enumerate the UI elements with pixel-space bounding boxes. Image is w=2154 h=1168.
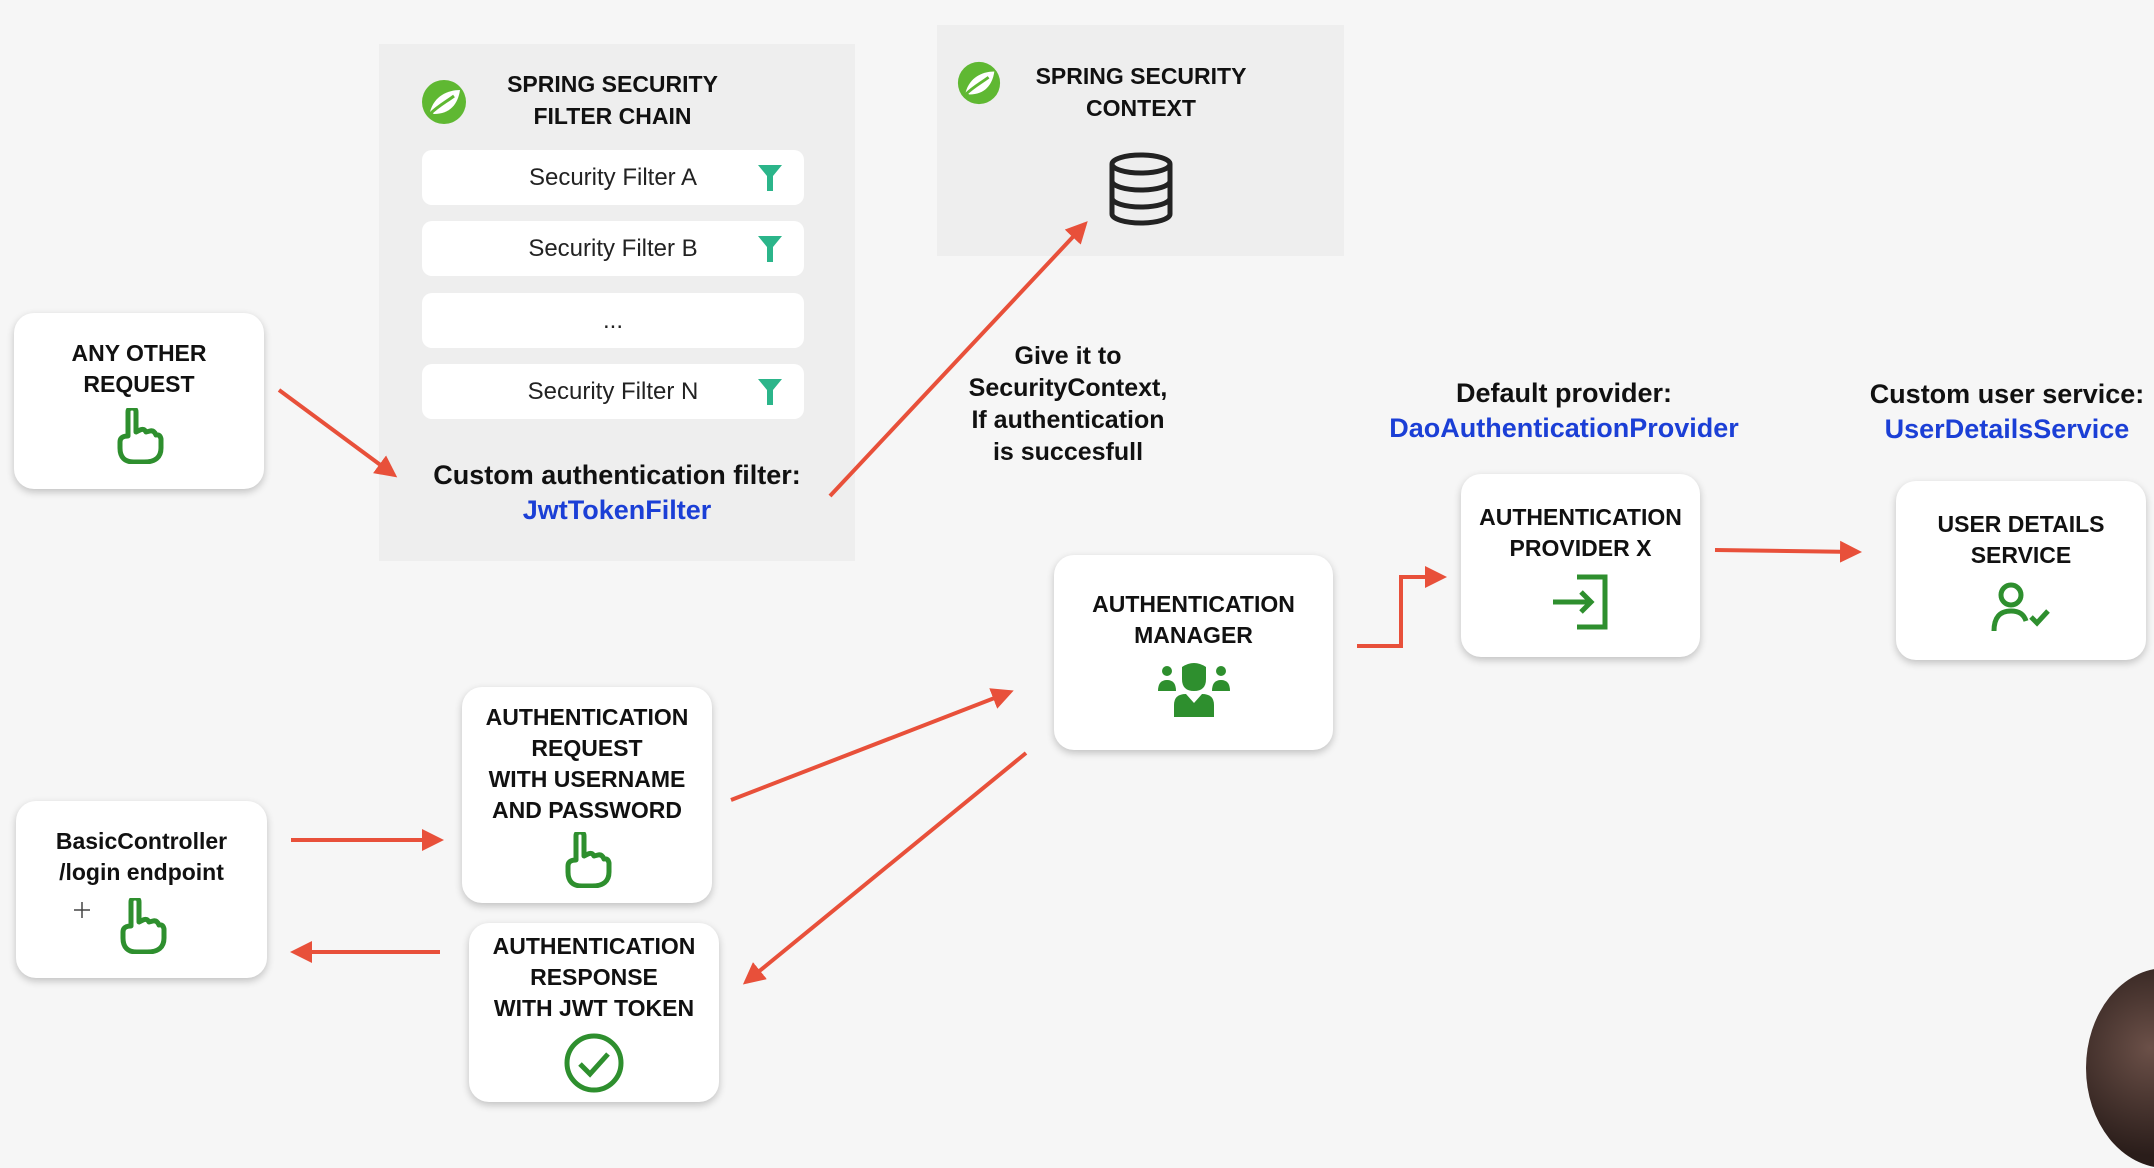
arrow-filter-to-context bbox=[828, 221, 1088, 498]
arrow-manager-to-response bbox=[742, 751, 1028, 985]
arrow-manager-to-provider bbox=[1357, 566, 1447, 648]
cursor-crosshair bbox=[74, 902, 90, 918]
arrow-request-to-filter bbox=[277, 388, 398, 478]
arrow-request-to-manager bbox=[730, 688, 1014, 802]
flow-arrows bbox=[74, 221, 1862, 985]
arrow-provider-to-userdetails bbox=[1714, 540, 1862, 563]
